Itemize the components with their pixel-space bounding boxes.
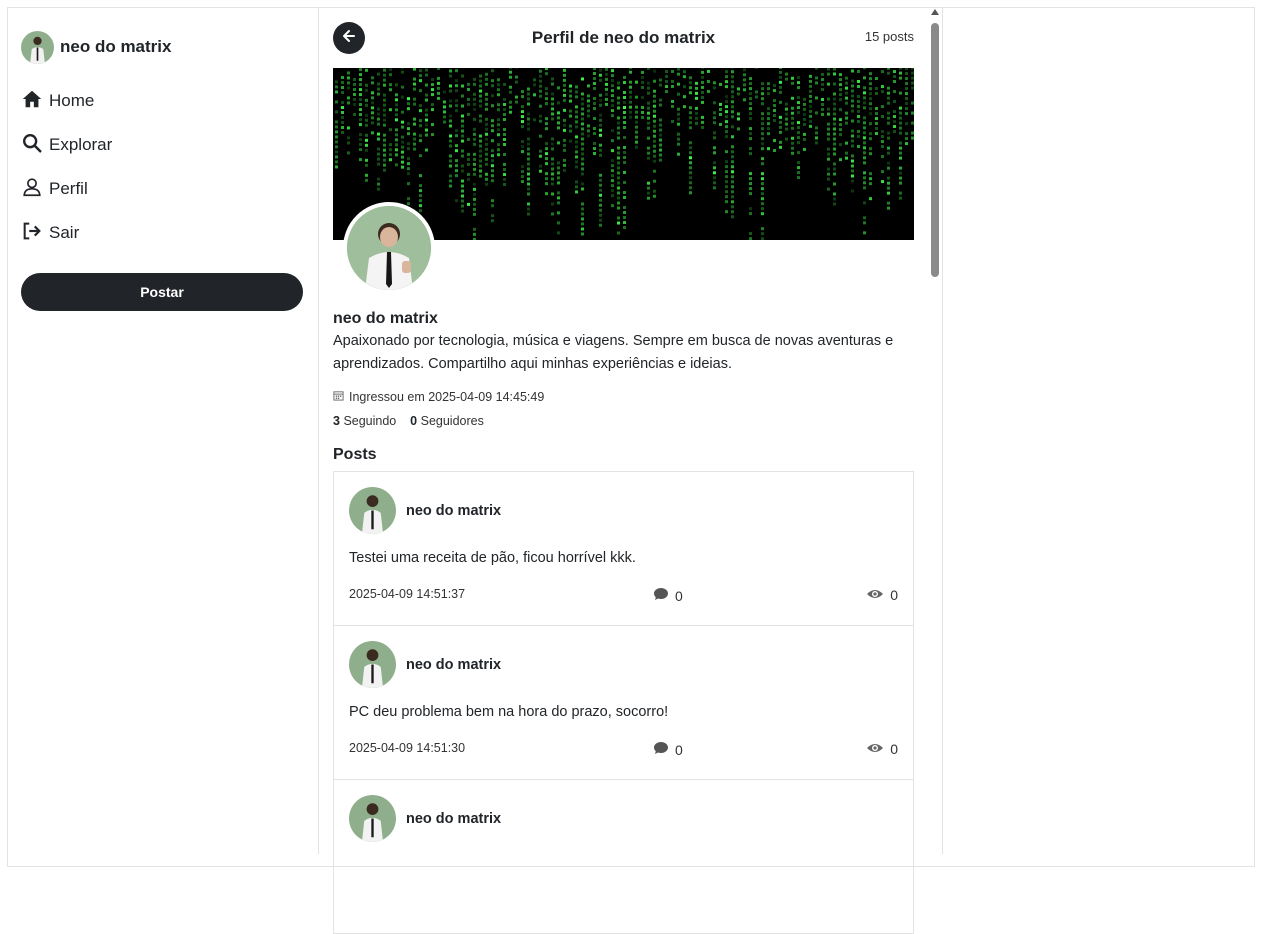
profile-main: Perfil de neo do matrix 15 posts neo do … (333, 22, 914, 934)
scroll-up-arrow-icon[interactable] (931, 9, 939, 15)
post-card[interactable]: neo do matrix (333, 779, 914, 934)
eye-icon (866, 587, 884, 603)
following-count: 3 (333, 414, 340, 428)
profile-name: neo do matrix (333, 310, 914, 328)
scrollbar[interactable] (929, 7, 941, 854)
views-stat: 0 (866, 587, 898, 603)
logout-icon (21, 220, 43, 247)
comment-icon (653, 741, 669, 758)
sidebar-item-label: Explorar (49, 135, 112, 155)
comment-count: 0 (675, 588, 683, 604)
following-link[interactable]: 3 Seguindo (333, 414, 396, 428)
following-label: Seguindo (343, 414, 396, 428)
column-divider (318, 7, 319, 854)
joined-text: Ingressou em 2025-04-09 14:45:49 (349, 390, 544, 404)
comment-icon (653, 587, 669, 604)
views-stat: 0 (866, 741, 898, 757)
avatar (21, 31, 54, 64)
sidebar-item-sair[interactable]: Sair (21, 211, 303, 255)
post-author[interactable]: neo do matrix (406, 657, 501, 673)
post-button[interactable]: Postar (21, 273, 303, 311)
post-card[interactable]: neo do matrix PC deu problema bem na hor… (333, 625, 914, 780)
post-author[interactable]: neo do matrix (406, 503, 501, 519)
sidebar-item-perfil[interactable]: Perfil (21, 167, 303, 211)
sidebar-user[interactable]: neo do matrix (21, 30, 303, 64)
post-card[interactable]: neo do matrix Testei uma receita de pão,… (333, 471, 914, 626)
page-title: Perfil de neo do matrix (333, 28, 914, 48)
post-date: 2025-04-09 14:51:37 (349, 587, 465, 601)
sidebar-item-label: Perfil (49, 179, 88, 199)
home-icon (21, 88, 43, 115)
post-count: 15 posts (865, 29, 914, 44)
profile-avatar[interactable] (343, 202, 435, 294)
eye-icon (866, 741, 884, 757)
view-count: 0 (890, 587, 898, 603)
followers-link[interactable]: 0 Seguidores (410, 414, 484, 428)
follow-stats: 3 Seguindo 0 Seguidores (333, 414, 914, 428)
search-icon (21, 132, 43, 159)
avatar[interactable] (349, 795, 396, 842)
avatar[interactable] (349, 487, 396, 534)
view-count: 0 (890, 741, 898, 757)
followers-count: 0 (410, 414, 417, 428)
avatar[interactable] (349, 641, 396, 688)
posts-list: neo do matrix Testei uma receita de pão,… (333, 471, 914, 934)
joined-date: Ingressou em 2025-04-09 14:45:49 (333, 390, 914, 404)
sidebar: neo do matrix Home Explorar Perfil Sair … (21, 30, 303, 311)
sidebar-item-label: Home (49, 91, 94, 111)
sidebar-item-explorar[interactable]: Explorar (21, 123, 303, 167)
comments-button[interactable]: 0 (653, 741, 683, 758)
followers-label: Seguidores (421, 414, 484, 428)
post-author[interactable]: neo do matrix (406, 811, 501, 827)
user-icon (21, 176, 43, 203)
post-text: PC deu problema bem na hora do prazo, so… (349, 704, 898, 720)
sidebar-nav: Home Explorar Perfil Sair (21, 79, 303, 255)
sidebar-user-name: neo do matrix (60, 37, 171, 57)
sidebar-item-home[interactable]: Home (21, 79, 303, 123)
post-text: Testei uma receita de pão, ficou horríve… (349, 550, 898, 566)
posts-heading: Posts (333, 446, 914, 464)
comments-button[interactable]: 0 (653, 587, 683, 604)
post-date: 2025-04-09 14:51:30 (349, 741, 465, 755)
calendar-icon (333, 390, 344, 404)
column-divider (942, 7, 943, 854)
scrollbar-thumb[interactable] (931, 23, 939, 277)
sidebar-item-label: Sair (49, 223, 79, 243)
profile-header: Perfil de neo do matrix 15 posts (333, 22, 914, 56)
comment-count: 0 (675, 742, 683, 758)
profile-bio: Apaixonado por tecnologia, música e viag… (333, 330, 914, 376)
